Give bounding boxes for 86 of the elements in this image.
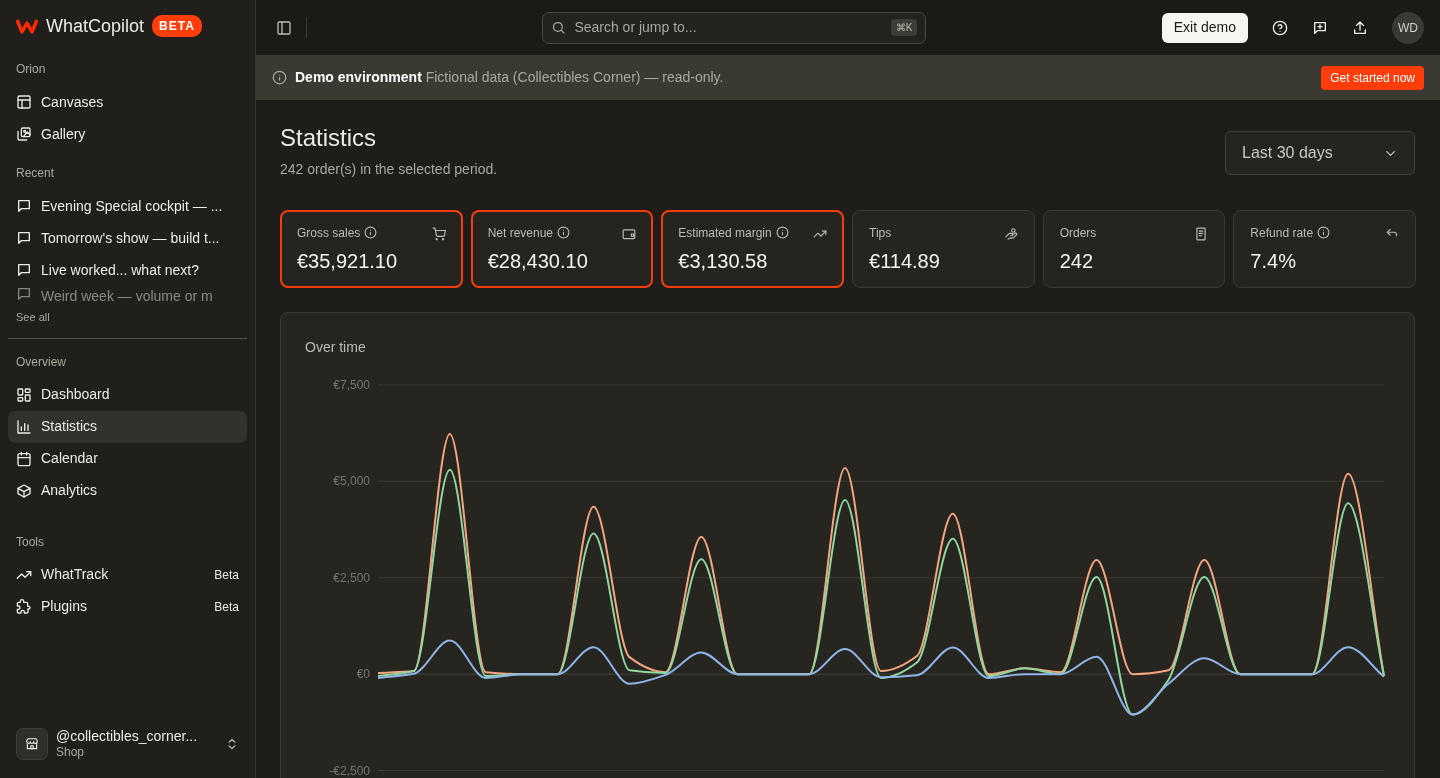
brand-name: WhatCopilot (46, 14, 145, 38)
item-label: Plugins (41, 597, 88, 616)
kpi-label: Orders (1059, 224, 1097, 242)
account-role: Shop (56, 745, 86, 761)
see-all-link[interactable]: See all (16, 311, 50, 323)
cart-icon (431, 226, 446, 241)
sidebar-item[interactable]: Live worked... what next? (8, 254, 247, 286)
demo-notice: Demo environment Fictional data (Collectibles Corner) — read-only. (295, 68, 725, 87)
item-label: Calendar (41, 449, 99, 468)
upload-icon (1352, 19, 1368, 36)
section-title: Tools (16, 534, 44, 549)
sidebar-toggle-icon (276, 20, 292, 37)
item-label: WhatTrack (41, 565, 110, 584)
section-title: Overview (16, 354, 66, 369)
section-title: Orion (16, 62, 46, 76)
period-select[interactable]: Last 30 days (1225, 131, 1415, 175)
beta-tag: Beta (214, 597, 239, 616)
search-icon (551, 20, 567, 35)
search-field[interactable]: Search or jump to... ⌘K (542, 11, 927, 44)
exit-demo-button[interactable]: Exit demo (1161, 12, 1248, 43)
feedback-icon (1312, 19, 1328, 36)
bar-chart-icon (16, 418, 32, 435)
y-tick-label: €7,500 (333, 377, 370, 392)
sidebar-item[interactable]: Statistics (8, 410, 247, 443)
sidebar-item[interactable]: Gallery (8, 118, 247, 150)
sidebar-item[interactable]: Tomorrow's show — build t... (8, 222, 247, 254)
kpi-value: 242 (1059, 248, 1095, 274)
item-label: Evening Special cockpit — ... (41, 196, 224, 216)
calendar-icon (16, 450, 32, 467)
hand-coin-icon (1003, 226, 1018, 241)
sidebar-item[interactable]: Dashboard (8, 378, 247, 411)
user-avatar[interactable]: WD (1392, 11, 1424, 44)
cube-icon (16, 482, 32, 499)
account-name: @collectibles_corner... (56, 727, 199, 746)
y-tick-label: €5,000 (333, 474, 370, 489)
item-label: Gallery (41, 124, 87, 144)
kpi-value: €114.89 (869, 248, 941, 274)
page-title: Statistics (280, 124, 378, 153)
dashboard-icon (16, 386, 32, 403)
sidebar-item[interactable]: Calendar (8, 442, 247, 475)
sidebar-item[interactable]: Canvases (8, 86, 247, 118)
kpi-label: Net revenue (487, 224, 554, 242)
sidebar-item[interactable]: Weird week — volume or m (8, 286, 247, 303)
kpi-value: €3,130.58 (678, 248, 769, 274)
section-title: Recent (16, 166, 55, 180)
kpi-label: Gross sales (297, 224, 361, 242)
shortcut-hint: ⌘K (890, 19, 918, 36)
kpi-value: €35,921.10 (297, 248, 399, 274)
beta-tag: Beta (214, 565, 239, 584)
item-label: Live worked... what next? (41, 260, 200, 280)
y-tick-label: -€2,500 (329, 763, 370, 778)
layout-icon (16, 94, 32, 110)
sidebar-item[interactable]: Evening Special cockpit — ... (8, 190, 247, 222)
puzzle-icon (16, 598, 32, 615)
chat-icon (16, 286, 32, 302)
item-label: Weird week — volume or m (41, 287, 214, 303)
sidebar-item[interactable]: Plugins Beta (8, 590, 247, 623)
search-placeholder: Search or jump to... (574, 18, 698, 37)
info-icon (272, 70, 287, 85)
page-subtitle: 242 order(s) in the selected period. (280, 159, 498, 179)
chat-icon (16, 262, 32, 278)
y-tick-label: €0 (356, 666, 370, 681)
item-label: Dashboard (41, 385, 111, 404)
kpi-value: €28,430.10 (487, 248, 589, 274)
beta-badge: BETA (152, 15, 202, 37)
chart-title: Over time (305, 338, 366, 355)
images-icon (16, 126, 32, 142)
kpi-value: 7.4% (1250, 248, 1297, 274)
kpi-label: Refund rate (1250, 224, 1314, 242)
sidebar-item[interactable]: WhatTrack Beta (8, 558, 247, 591)
item-label: Tomorrow's show — build t... (41, 228, 221, 248)
store-icon (25, 737, 39, 751)
chat-icon (16, 198, 32, 214)
sidebar-item[interactable]: Analytics (8, 474, 247, 507)
chat-icon (16, 230, 32, 246)
help-icon (1272, 19, 1288, 36)
item-label: Statistics (41, 417, 98, 436)
wallet-icon (622, 226, 637, 241)
y-tick-label: €2,500 (333, 570, 370, 585)
item-label: Canvases (41, 92, 105, 112)
logo-icon (16, 18, 38, 34)
item-label: Analytics (41, 481, 99, 500)
document-icon (1194, 226, 1209, 241)
kpi-label: Estimated margin (678, 224, 772, 242)
kpi-label: Tips (869, 224, 892, 242)
get-started-button[interactable]: Get started now (1321, 65, 1424, 90)
